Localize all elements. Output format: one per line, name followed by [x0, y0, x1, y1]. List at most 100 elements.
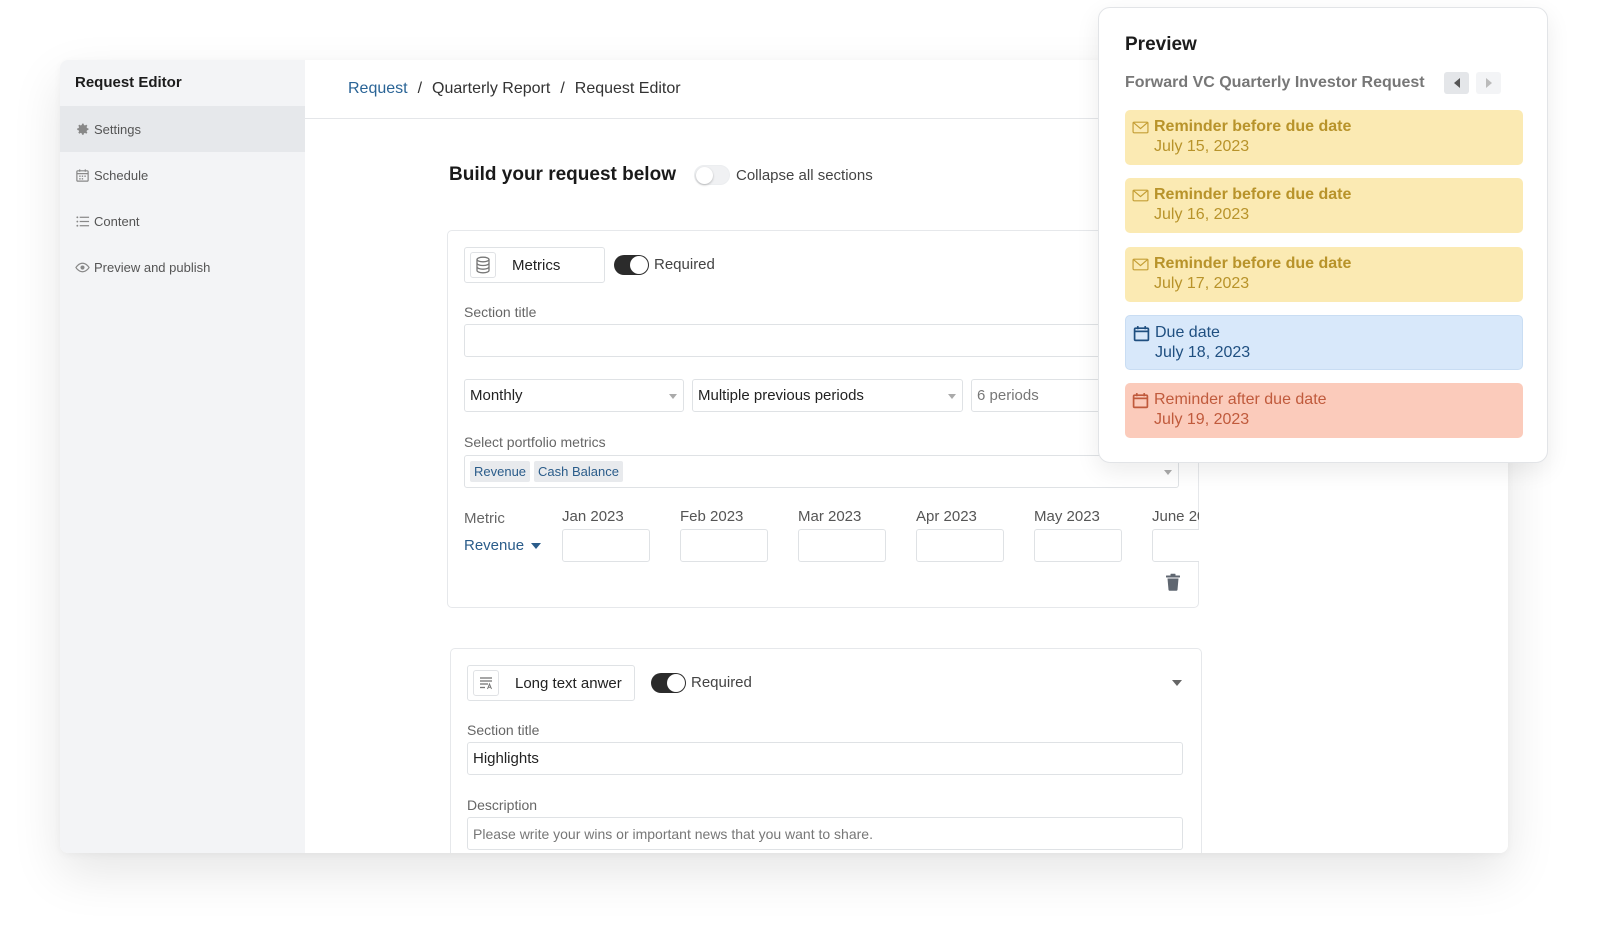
metric-tag[interactable]: Cash Balance: [534, 461, 623, 482]
section-title-label: Section title: [467, 722, 540, 738]
event-date: July 16, 2023: [1154, 206, 1250, 223]
caret-right-icon: [1485, 78, 1492, 88]
month-value-input[interactable]: [562, 529, 650, 562]
section-type-label: Metrics: [512, 256, 561, 274]
sidebar-title: Request Editor: [75, 74, 182, 91]
event-reminder-after[interactable]: Reminder after due date July 19, 2023: [1125, 383, 1523, 438]
toggle-knob: [630, 256, 648, 274]
metrics-section-card: Metrics Required Section title Monthly M…: [447, 230, 1199, 608]
event-title: Reminder before due date: [1154, 118, 1352, 135]
sidebar-item-preview-and-publish[interactable]: Preview and publish: [60, 244, 305, 290]
envelope-icon: [1132, 121, 1149, 134]
calendar-icon: [1132, 393, 1149, 409]
envelope-icon: [1132, 258, 1149, 271]
breadcrumb-separator: /: [560, 80, 565, 97]
section-type-selector[interactable]: Long text anwer: [467, 665, 635, 701]
period-mode-value: Multiple previous periods: [698, 387, 864, 404]
portfolio-metrics-label: Select portfolio metrics: [464, 434, 606, 450]
month-value-input[interactable]: [1034, 529, 1122, 562]
breadcrumb-quarterly-report[interactable]: Quarterly Report: [432, 80, 550, 98]
metric-label: Metric: [464, 510, 505, 527]
section-title-label: Section title: [464, 304, 537, 320]
metric-dropdown-value: Revenue: [464, 537, 525, 554]
required-toggle[interactable]: [614, 255, 649, 275]
database-icon: [470, 252, 496, 278]
calendar-icon: [76, 168, 89, 182]
event-date: July 19, 2023: [1154, 411, 1250, 428]
metric-dropdown[interactable]: Revenue: [464, 537, 542, 554]
calendar-icon: [1133, 326, 1150, 342]
section-title-input[interactable]: [464, 324, 1179, 357]
eye-icon: [75, 262, 90, 272]
page-title: Build your request below: [449, 164, 676, 185]
event-reminder-before[interactable]: Reminder before due date July 16, 2023: [1125, 178, 1523, 233]
required-label: Required: [691, 674, 752, 691]
toggle-knob: [695, 167, 713, 184]
preview-title: Preview: [1125, 34, 1197, 55]
sidebar-item-label: Settings: [94, 121, 141, 137]
collapse-all-toggle[interactable]: [693, 165, 730, 185]
month-label: Apr 2023: [916, 508, 977, 525]
frequency-value: Monthly: [470, 387, 523, 404]
sidebar-item-schedule[interactable]: Schedule: [60, 152, 305, 198]
required-label: Required: [654, 256, 715, 273]
month-label: Jan 2023: [562, 508, 624, 525]
preview-panel: Preview Forward VC Quarterly Investor Re…: [1098, 7, 1548, 463]
frequency-select[interactable]: Monthly: [464, 379, 684, 412]
period-mode-select[interactable]: Multiple previous periods: [692, 379, 963, 412]
sidebar-item-label: Preview and publish: [94, 259, 211, 275]
sidebar: Request Editor Settings Schedule Content…: [60, 60, 305, 853]
trash-icon[interactable]: [1165, 573, 1181, 596]
section-type-selector[interactable]: Metrics: [464, 247, 605, 283]
event-title: Reminder before due date: [1154, 186, 1352, 203]
collapse-section-chevron-icon[interactable]: [1172, 680, 1182, 686]
toggle-knob: [667, 674, 685, 692]
event-title: Reminder before due date: [1154, 255, 1352, 272]
previous-button[interactable]: [1444, 72, 1469, 94]
caret-left-icon: [1453, 78, 1460, 88]
month-label: Mar 2023: [798, 508, 862, 525]
sidebar-item-content[interactable]: Content: [60, 198, 305, 244]
description-label: Description: [467, 797, 538, 813]
description-input[interactable]: Please write your wins or important news…: [467, 817, 1183, 850]
month-value-input[interactable]: [680, 529, 768, 562]
month-column-overflow: June 2023: [1152, 501, 1199, 571]
section-type-label: Long text anwer: [515, 674, 622, 692]
breadcrumb-request-link[interactable]: Request: [348, 80, 408, 98]
sidebar-item-label: Schedule: [94, 167, 149, 183]
sidebar-item-label: Content: [94, 213, 140, 229]
breadcrumb-separator: /: [417, 80, 423, 97]
long-text-icon: [473, 670, 499, 696]
long-text-section-card: Long text anwer Required Section title H…: [450, 648, 1202, 853]
envelope-icon: [1132, 189, 1149, 202]
gear-icon: [77, 123, 89, 135]
event-date: July 18, 2023: [1155, 344, 1251, 361]
month-label: May 2023: [1034, 508, 1100, 525]
event-due-date[interactable]: Due date July 18, 2023: [1125, 315, 1523, 370]
sidebar-item-settings[interactable]: Settings: [60, 106, 305, 152]
caret-down-icon: [531, 542, 542, 549]
preview-request-name: Forward VC Quarterly Investor Request: [1125, 74, 1425, 91]
event-date: July 15, 2023: [1154, 138, 1250, 155]
portfolio-metrics-multiselect[interactable]: Revenue Cash Balance: [464, 455, 1179, 488]
month-value-input[interactable]: [916, 529, 1004, 562]
chevron-down-icon: [948, 394, 956, 399]
event-title: Due date: [1155, 324, 1220, 341]
chevron-down-icon: [669, 394, 677, 399]
list-icon: [76, 215, 90, 227]
collapse-all-label: Collapse all sections: [735, 166, 873, 184]
month-label: June 2023: [1152, 508, 1199, 525]
builder-header: Build your request below Collapse all se…: [449, 164, 873, 186]
breadcrumb-current: Request Editor: [574, 80, 681, 97]
chevron-down-icon: [1164, 470, 1172, 475]
month-value-input[interactable]: [1152, 529, 1199, 562]
event-title: Reminder after due date: [1154, 391, 1327, 408]
event-reminder-before[interactable]: Reminder before due date July 15, 2023: [1125, 110, 1523, 165]
section-title-input[interactable]: Highlights: [467, 742, 1183, 775]
required-toggle[interactable]: [651, 673, 686, 693]
month-label: Feb 2023: [680, 508, 744, 525]
metric-tag[interactable]: Revenue: [470, 461, 531, 482]
next-button[interactable]: [1476, 72, 1501, 94]
month-value-input[interactable]: [798, 529, 886, 562]
event-reminder-before[interactable]: Reminder before due date July 17, 2023: [1125, 247, 1523, 302]
